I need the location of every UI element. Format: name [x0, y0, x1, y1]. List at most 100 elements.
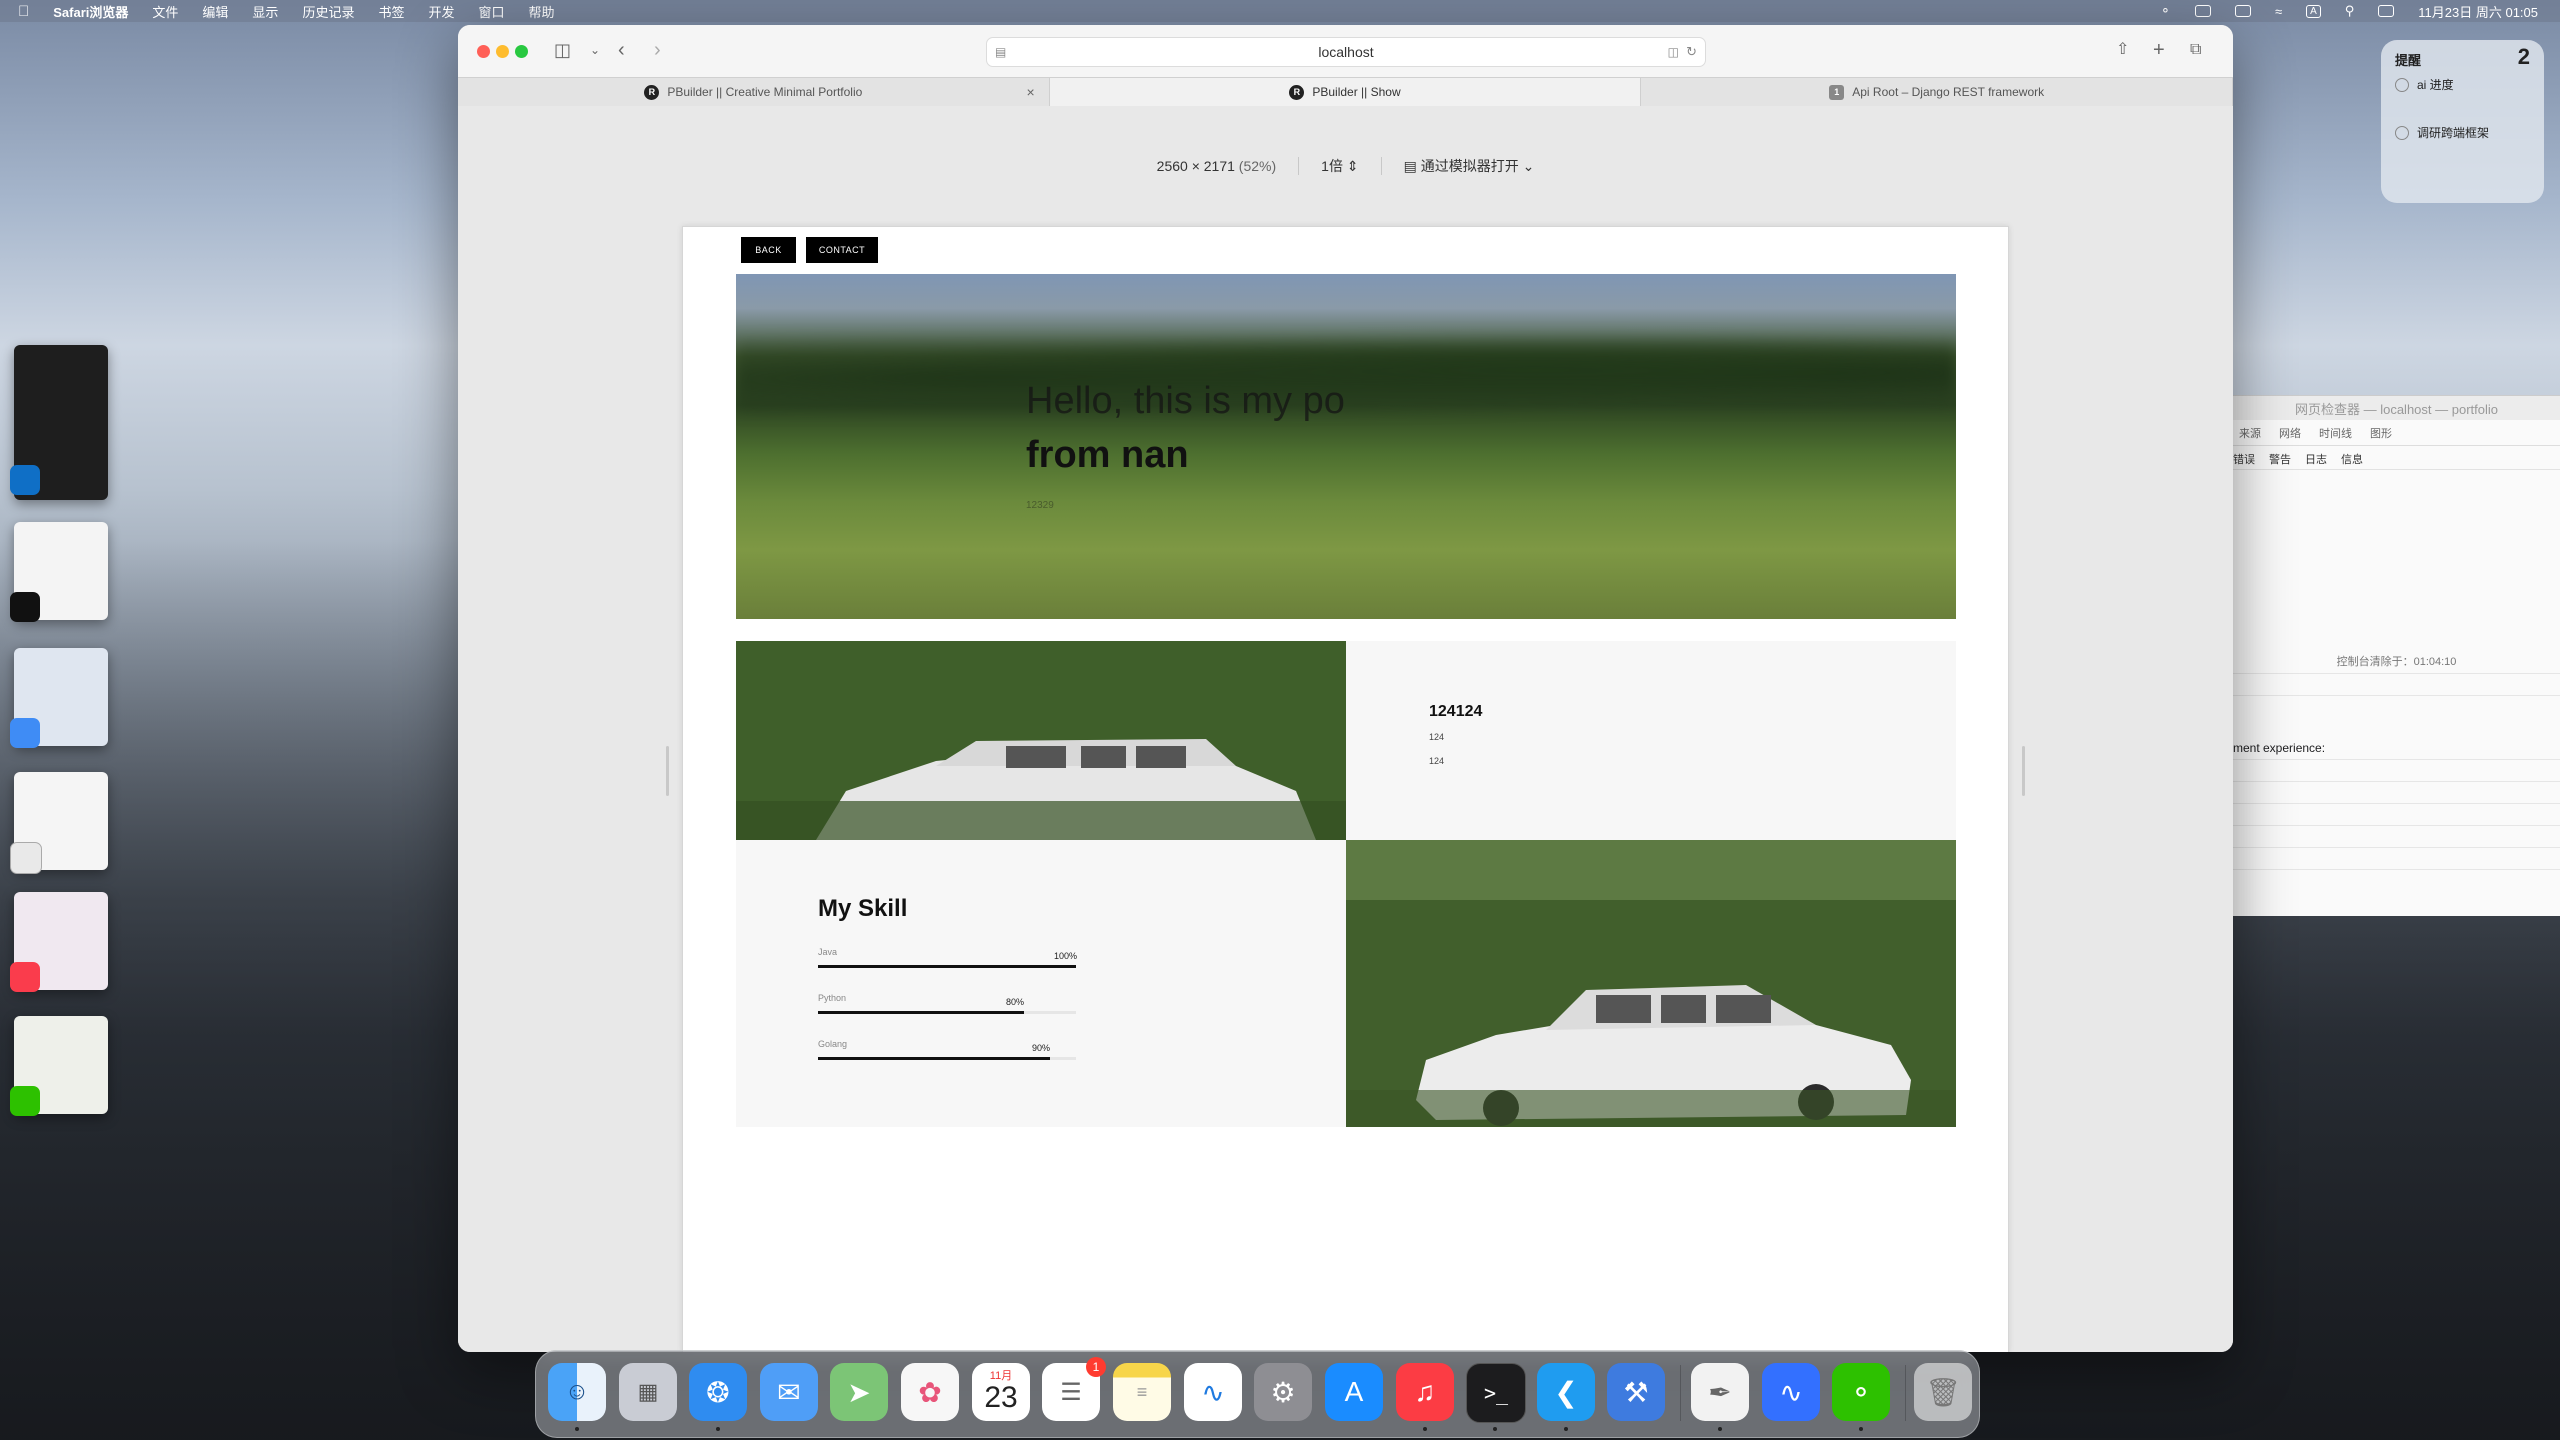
dock-maps[interactable]: ➤ — [830, 1363, 888, 1421]
stage-window-wechat[interactable] — [10, 1016, 108, 1116]
dock-notes[interactable]: ≡ — [1113, 1363, 1171, 1421]
forward-arrow-icon[interactable]: › — [654, 40, 661, 60]
tab-show[interactable]: R PBuilder || Show — [1049, 78, 1642, 106]
open-simulator-button[interactable]: ▤ 通过模拟器打开 ⌄ — [1404, 156, 1535, 176]
menu-file[interactable]: 文件 — [152, 2, 178, 21]
menu-bookmarks[interactable]: 书签 — [378, 2, 404, 21]
skill-bar-fill — [818, 965, 1076, 968]
dimensions-text: 2560 × 2171 — [1156, 158, 1235, 174]
filter-logs[interactable]: 日志 — [2305, 451, 2327, 467]
resize-handle-right[interactable] — [2022, 746, 2025, 796]
music-note-icon: ♫ — [1414, 1376, 1436, 1407]
scale-select[interactable]: 1倍 ⇕ — [1321, 156, 1358, 176]
stage-window-vscode[interactable] — [10, 345, 108, 500]
dock-vscode[interactable]: ❮ — [1537, 1363, 1595, 1421]
dock-xcode[interactable]: ⚒ — [1607, 1363, 1665, 1421]
inspector-tab-timeline[interactable]: 时间线 — [2319, 425, 2352, 441]
menu-view[interactable]: 显示 — [252, 2, 278, 21]
menu-develop[interactable]: 开发 — [428, 2, 454, 21]
menu-datetime[interactable]: 11月23日 周六 01:05 — [2418, 2, 2538, 21]
close-window-button[interactable] — [477, 45, 490, 58]
sidebar-icon[interactable]: ◫ — [554, 40, 571, 60]
info-panel: 124124 124 124 — [1346, 641, 1956, 840]
inspector-tab-graphics[interactable]: 图形 — [2370, 425, 2392, 441]
spotlight-icon[interactable]: ⚲ — [2345, 3, 2355, 19]
input-source-icon[interactable]: A — [2306, 4, 2321, 18]
reminder-item[interactable]: 调研跨端框架 — [2395, 124, 2489, 141]
console-cleared: 控制台清除于：01:04:10 — [2233, 651, 2560, 674]
tab-api-root[interactable]: 1 Api Root – Django REST framework — [1641, 78, 2233, 106]
address-text: localhost — [1318, 44, 1374, 60]
control-center-icon[interactable] — [2378, 5, 2395, 17]
address-bar[interactable]: ▤ localhost ◫ ↻ — [986, 37, 1706, 67]
tab-overview-icon[interactable]: ⧉ — [2190, 40, 2201, 60]
dock-wechat[interactable]: ⚬ — [1832, 1363, 1890, 1421]
menu-history[interactable]: 历史记录 — [302, 2, 354, 21]
chevron-down-icon[interactable]: ⌄ — [590, 40, 600, 60]
translate-icon[interactable]: ◫ — [1668, 45, 1679, 59]
wechat-status-icon[interactable]: ⚬ — [2160, 3, 2171, 19]
hero-heading-line1: Hello, this is my po — [1026, 380, 1345, 422]
dock-reminders[interactable]: ☰ 1 — [1042, 1357, 1106, 1421]
menu-app-name[interactable]: Safari浏览器 — [53, 2, 128, 21]
dock-safari[interactable]: ❂ — [689, 1363, 747, 1421]
back-arrow-icon[interactable]: ‹ — [618, 40, 625, 60]
finder-icon: ☺ — [564, 1378, 590, 1405]
web-inspector-window[interactable]: 网页检查器 — localhost — portfolio 来源 网络 时间线 … — [2233, 395, 2560, 916]
console-row — [2233, 825, 2560, 848]
reminder-checkbox[interactable] — [2395, 77, 2409, 92]
viewport-dimensions[interactable]: 2560 × 2171 (52%) — [1157, 158, 1277, 174]
contact-button[interactable]: CONTACT — [806, 237, 878, 263]
stage-window-textedit[interactable] — [10, 772, 108, 874]
page-settings-icon[interactable]: ▤ — [995, 45, 1006, 59]
stage-window-terminal[interactable] — [10, 522, 108, 622]
dock-mail[interactable]: ✉ — [760, 1363, 818, 1421]
apple-icon[interactable]:  — [18, 3, 29, 20]
dock-calendar[interactable]: 11月 23 — [972, 1363, 1030, 1421]
stage-window-music[interactable] — [10, 892, 108, 992]
dock-terminal[interactable]: >_ — [1466, 1363, 1526, 1423]
filter-warnings[interactable]: 警告 — [2269, 451, 2291, 467]
console-row — [2233, 847, 2560, 870]
reminder-item[interactable]: ai 进度 — [2395, 76, 2454, 93]
menu-window[interactable]: 窗口 — [478, 2, 504, 21]
dock-app-store[interactable]: A — [1325, 1363, 1383, 1421]
inspector-tab-network[interactable]: 网络 — [2279, 425, 2301, 441]
hero-background-image — [736, 324, 1956, 414]
divider — [1298, 157, 1300, 175]
dock-system-settings[interactable]: ⚙ — [1254, 1363, 1312, 1421]
menu-edit[interactable]: 编辑 — [202, 2, 228, 21]
dock-freeform[interactable]: ∿ — [1184, 1363, 1242, 1421]
screen-mirror-icon[interactable] — [2234, 5, 2251, 17]
resize-handle-left[interactable] — [666, 746, 669, 796]
dock-textedit[interactable]: ✒ — [1691, 1363, 1749, 1421]
inspector-tab-sources[interactable]: 来源 — [2239, 425, 2261, 441]
close-tab-icon[interactable]: × — [1026, 84, 1034, 100]
wifi-icon[interactable]: ≈ — [2275, 4, 2282, 19]
share-icon[interactable]: ⇧ — [2116, 40, 2129, 60]
filter-info[interactable]: 信息 — [2341, 451, 2363, 467]
info-line: 124 — [1429, 756, 1445, 766]
new-tab-icon[interactable]: + — [2153, 40, 2165, 60]
reminder-checkbox[interactable] — [2395, 125, 2409, 140]
safari-window[interactable]: ◫ ⌄ ‹ › ▤ localhost ◫ ↻ ⇧ + ⧉ R PBuilder… — [458, 25, 2233, 1352]
reminders-widget[interactable]: 提醒 2 ai 进度 调研跨端框架 — [2381, 40, 2544, 203]
back-button[interactable]: BACK — [741, 237, 796, 263]
menu-help[interactable]: 帮助 — [529, 2, 555, 21]
dock-launchpad[interactable]: ▦ — [619, 1363, 677, 1421]
dock-music[interactable]: ♫ — [1396, 1363, 1454, 1421]
display-icon[interactable] — [2194, 5, 2211, 17]
reload-icon[interactable]: ↻ — [1686, 44, 1697, 60]
menu-bar:  Safari浏览器 文件 编辑 显示 历史记录 书签 开发 窗口 帮助 ⚬ … — [0, 0, 2560, 22]
dock-trash[interactable]: 🗑 — [1914, 1363, 1972, 1421]
device-icon: ▤ — [1403, 158, 1417, 174]
filter-errors[interactable]: 错误 — [2233, 451, 2255, 467]
dock-finder[interactable]: ☺ — [548, 1363, 606, 1421]
zoom-window-button[interactable] — [515, 45, 528, 58]
dock-feishu[interactable]: ∿ — [1762, 1363, 1820, 1421]
tab-portfolio[interactable]: R PBuilder || Creative Minimal Portfolio… — [458, 78, 1050, 106]
minimize-window-button[interactable] — [496, 45, 509, 58]
dock-photos[interactable]: ✿ — [901, 1363, 959, 1421]
stage-window-finder[interactable] — [10, 648, 108, 748]
trash-icon: 🗑 — [1925, 1376, 1961, 1408]
